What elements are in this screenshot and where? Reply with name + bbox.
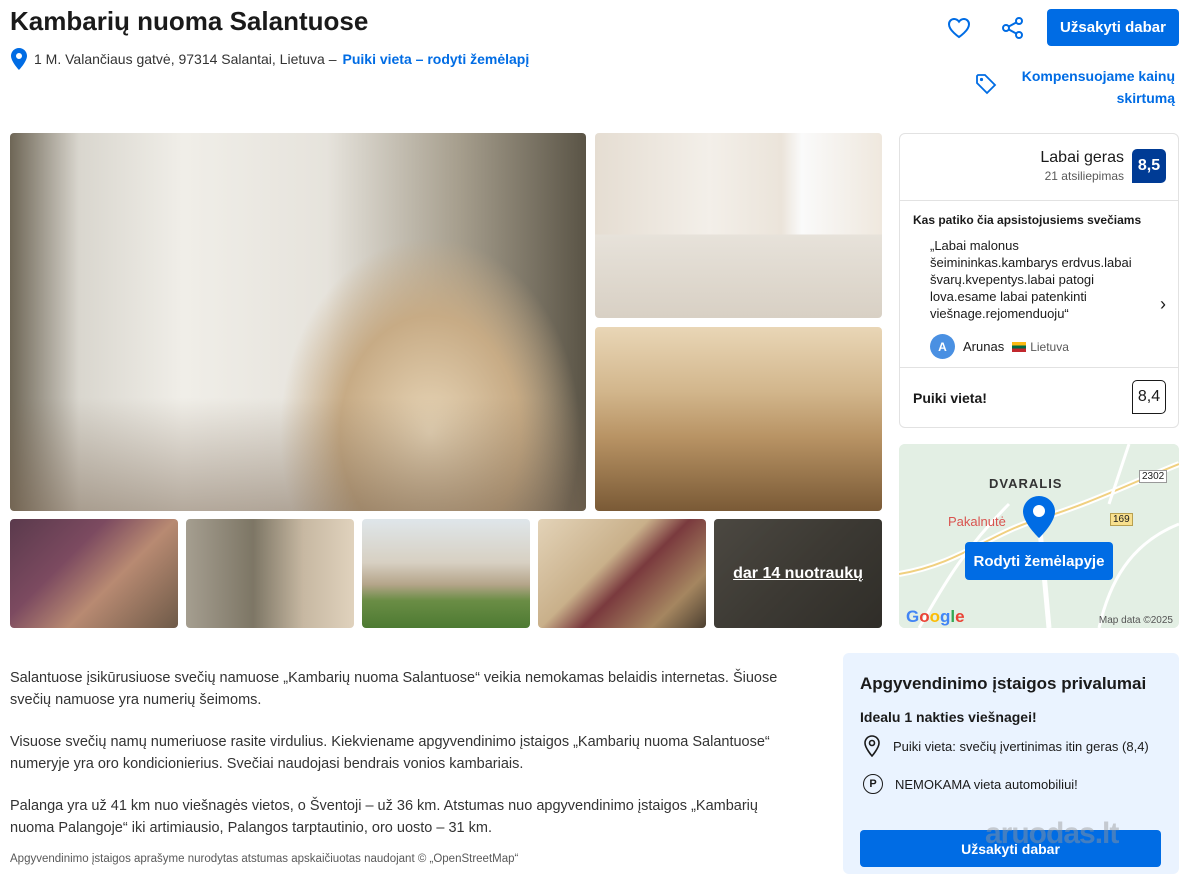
thumbnail-photo[interactable] [10, 519, 178, 628]
perk-location: Puiki vieta: svečių įvertinimas itin ger… [863, 735, 1149, 757]
divider [900, 367, 1178, 368]
highlights-title: Apgyvendinimo įstaigos privalumai [860, 674, 1147, 693]
map-preview[interactable]: DVARALIS Pakalnutė 2302 169 Rodyti žemėl… [899, 444, 1179, 628]
map-label: DVARALIS [989, 476, 1063, 491]
property-description: Salantuose įsikūrusiuose svečių namuose … [10, 667, 800, 859]
description-paragraph: Visuose svečių namų numeriuose rasite vi… [10, 734, 770, 772]
location-score-badge: 8,4 [1132, 380, 1166, 414]
more-photos-thumbnail[interactable]: dar 14 nuotraukų [714, 519, 882, 628]
map-attribution: Map data ©2025 [1098, 615, 1173, 626]
review-score-badge: 8,5 [1132, 149, 1166, 183]
photo-attic-room[interactable] [595, 327, 882, 511]
location-pin-icon [11, 48, 27, 70]
reviewer-name: Arunas [963, 339, 1005, 354]
perk-parking: P NEMOKAMA vieta automobiliui! [863, 774, 1078, 794]
favorite-button[interactable] [945, 14, 973, 42]
review-summary-card: Labai geras 21 atsiliepimas 8,5 Kas pati… [899, 133, 1179, 428]
description-paragraph: Salantuose įsikūrusiuose svečių namuose … [10, 670, 778, 708]
thumbnail-photo[interactable] [186, 519, 354, 628]
more-photos-link[interactable]: dar 14 nuotraukų [733, 565, 863, 583]
divider [900, 200, 1178, 201]
book-now-button-bottom[interactable]: Užsakyti dabar [860, 830, 1161, 867]
price-tag-icon [976, 74, 997, 95]
address-text: 1 M. Valančiaus gatvė, 97314 Salantai, L… [34, 51, 337, 67]
review-quote: „Labai malonus šeimininkas.kambarys erdv… [930, 238, 1132, 321]
liked-heading: Kas patiko čia apsistojusiems svečiams [913, 213, 1142, 227]
parking-icon: P [863, 774, 883, 794]
rating-header[interactable]: Labai geras 21 atsiliepimas 8,5 [1040, 149, 1166, 183]
map-marker-icon [1023, 496, 1055, 538]
show-on-map-button[interactable]: Rodyti žemėlapyje [965, 542, 1113, 580]
description-paragraph: Palanga yra už 41 km nuo viešnagės vieto… [10, 798, 758, 836]
distance-footnote: Apgyvendinimo įstaigos aprašyme nurodyta… [10, 853, 519, 865]
next-review-chevron-icon[interactable]: › [1160, 294, 1166, 315]
location-rating-label: Puiki vieta! [913, 390, 987, 406]
reviewer-info: A Arunas Lietuva [930, 334, 1069, 359]
avatar: A [930, 334, 955, 359]
rating-word: Labai geras [1040, 149, 1124, 166]
perk-parking-text: NEMOKAMA vieta automobiliui! [895, 776, 1078, 792]
book-now-button[interactable]: Užsakyti dabar [1047, 9, 1179, 46]
address-line: 1 M. Valančiaus gatvė, 97314 Salantai, L… [10, 48, 529, 70]
property-highlights-panel: Apgyvendinimo įstaigos privalumai Idealu… [843, 653, 1179, 874]
price-match-link[interactable]: Kompensuojame kainų skirtumą [975, 65, 1175, 109]
thumbnail-photo[interactable] [538, 519, 706, 628]
page-title: Kambarių nuoma Salantuose [10, 6, 369, 36]
location-pin-icon [864, 735, 880, 757]
road-badge: 2302 [1139, 470, 1168, 483]
ideal-stay-text: Idealu 1 nakties viešnagei! [860, 709, 1037, 725]
price-match-text: Kompensuojame kainų skirtumą [1021, 68, 1175, 106]
google-logo: Google [906, 607, 965, 626]
show-map-link[interactable]: Puiki vieta – rodyti žemėlapį [343, 51, 530, 67]
photo-bedroom[interactable] [595, 133, 882, 318]
main-photo[interactable] [10, 133, 586, 511]
road-badge: 169 [1110, 513, 1133, 526]
lithuania-flag-icon [1012, 341, 1027, 352]
share-button[interactable] [999, 14, 1027, 42]
map-label: Pakalnutė [948, 514, 1006, 529]
review-count: 21 atsiliepimas [1044, 169, 1124, 183]
share-icon [1002, 17, 1023, 39]
perk-location-text: Puiki vieta: svečių įvertinimas itin ger… [893, 738, 1149, 754]
thumbnail-photo[interactable] [362, 519, 530, 628]
heart-icon [947, 17, 971, 39]
reviewer-country: Lietuva [1030, 339, 1069, 354]
